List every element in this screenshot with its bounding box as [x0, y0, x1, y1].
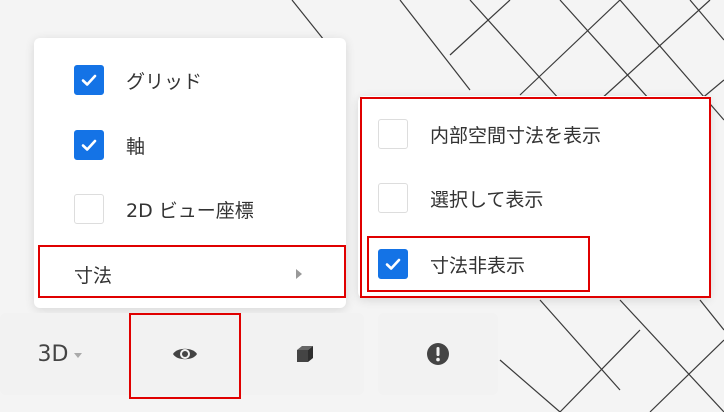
chevron-right-icon: [296, 269, 302, 279]
eye-icon: [173, 348, 197, 360]
submenu-item-hide-dims[interactable]: 寸法非表示: [358, 234, 710, 294]
hide-dims-checkbox[interactable]: [378, 249, 408, 279]
grid-checkbox[interactable]: [74, 65, 104, 95]
menu-item-label: グリッド: [126, 70, 203, 93]
caret-down-icon: [74, 352, 83, 358]
submenu-item-select-and-show[interactable]: 選択して表示: [358, 168, 710, 228]
alert-toolbar: [378, 313, 498, 395]
menu-item-grid[interactable]: グリッド: [34, 50, 346, 110]
view-options-menu: グリッド 軸 2D ビュー座標 寸法: [34, 38, 346, 308]
2d-view-coords-checkbox[interactable]: [74, 194, 104, 224]
menu-item-label: 軸: [126, 135, 146, 158]
menu-item-dimensions[interactable]: 寸法: [34, 244, 346, 304]
alerts-button[interactable]: [378, 313, 498, 395]
visibility-button[interactable]: [130, 313, 240, 395]
view-mode-label: 3D: [37, 341, 69, 367]
menu-item-2d-view-coords[interactable]: 2D ビュー座標: [34, 179, 346, 239]
view-toolbar: 3D: [0, 313, 364, 395]
menu-item-label: 2D ビュー座標: [126, 199, 254, 222]
check-icon: [81, 139, 97, 151]
view-mode-dropdown[interactable]: 3D: [0, 313, 120, 395]
menu-item-label: 寸法: [74, 264, 113, 287]
submenu-item-label: 選択して表示: [430, 188, 544, 211]
alert-icon: [427, 343, 449, 365]
dimensions-submenu: 内部空間寸法を表示 選択して表示 寸法非表示: [358, 96, 710, 298]
cube-icon: [297, 346, 313, 362]
show-interior-dims-checkbox[interactable]: [378, 119, 408, 149]
check-icon: [81, 74, 97, 86]
axis-checkbox[interactable]: [74, 130, 104, 160]
object-view-button[interactable]: [250, 313, 360, 395]
submenu-item-label: 寸法非表示: [430, 254, 526, 277]
submenu-item-show-interior-dims[interactable]: 内部空間寸法を表示: [358, 104, 710, 164]
submenu-item-label: 内部空間寸法を表示: [430, 124, 602, 147]
select-and-show-checkbox[interactable]: [378, 183, 408, 213]
check-icon: [385, 258, 401, 270]
menu-item-axis[interactable]: 軸: [34, 115, 346, 175]
